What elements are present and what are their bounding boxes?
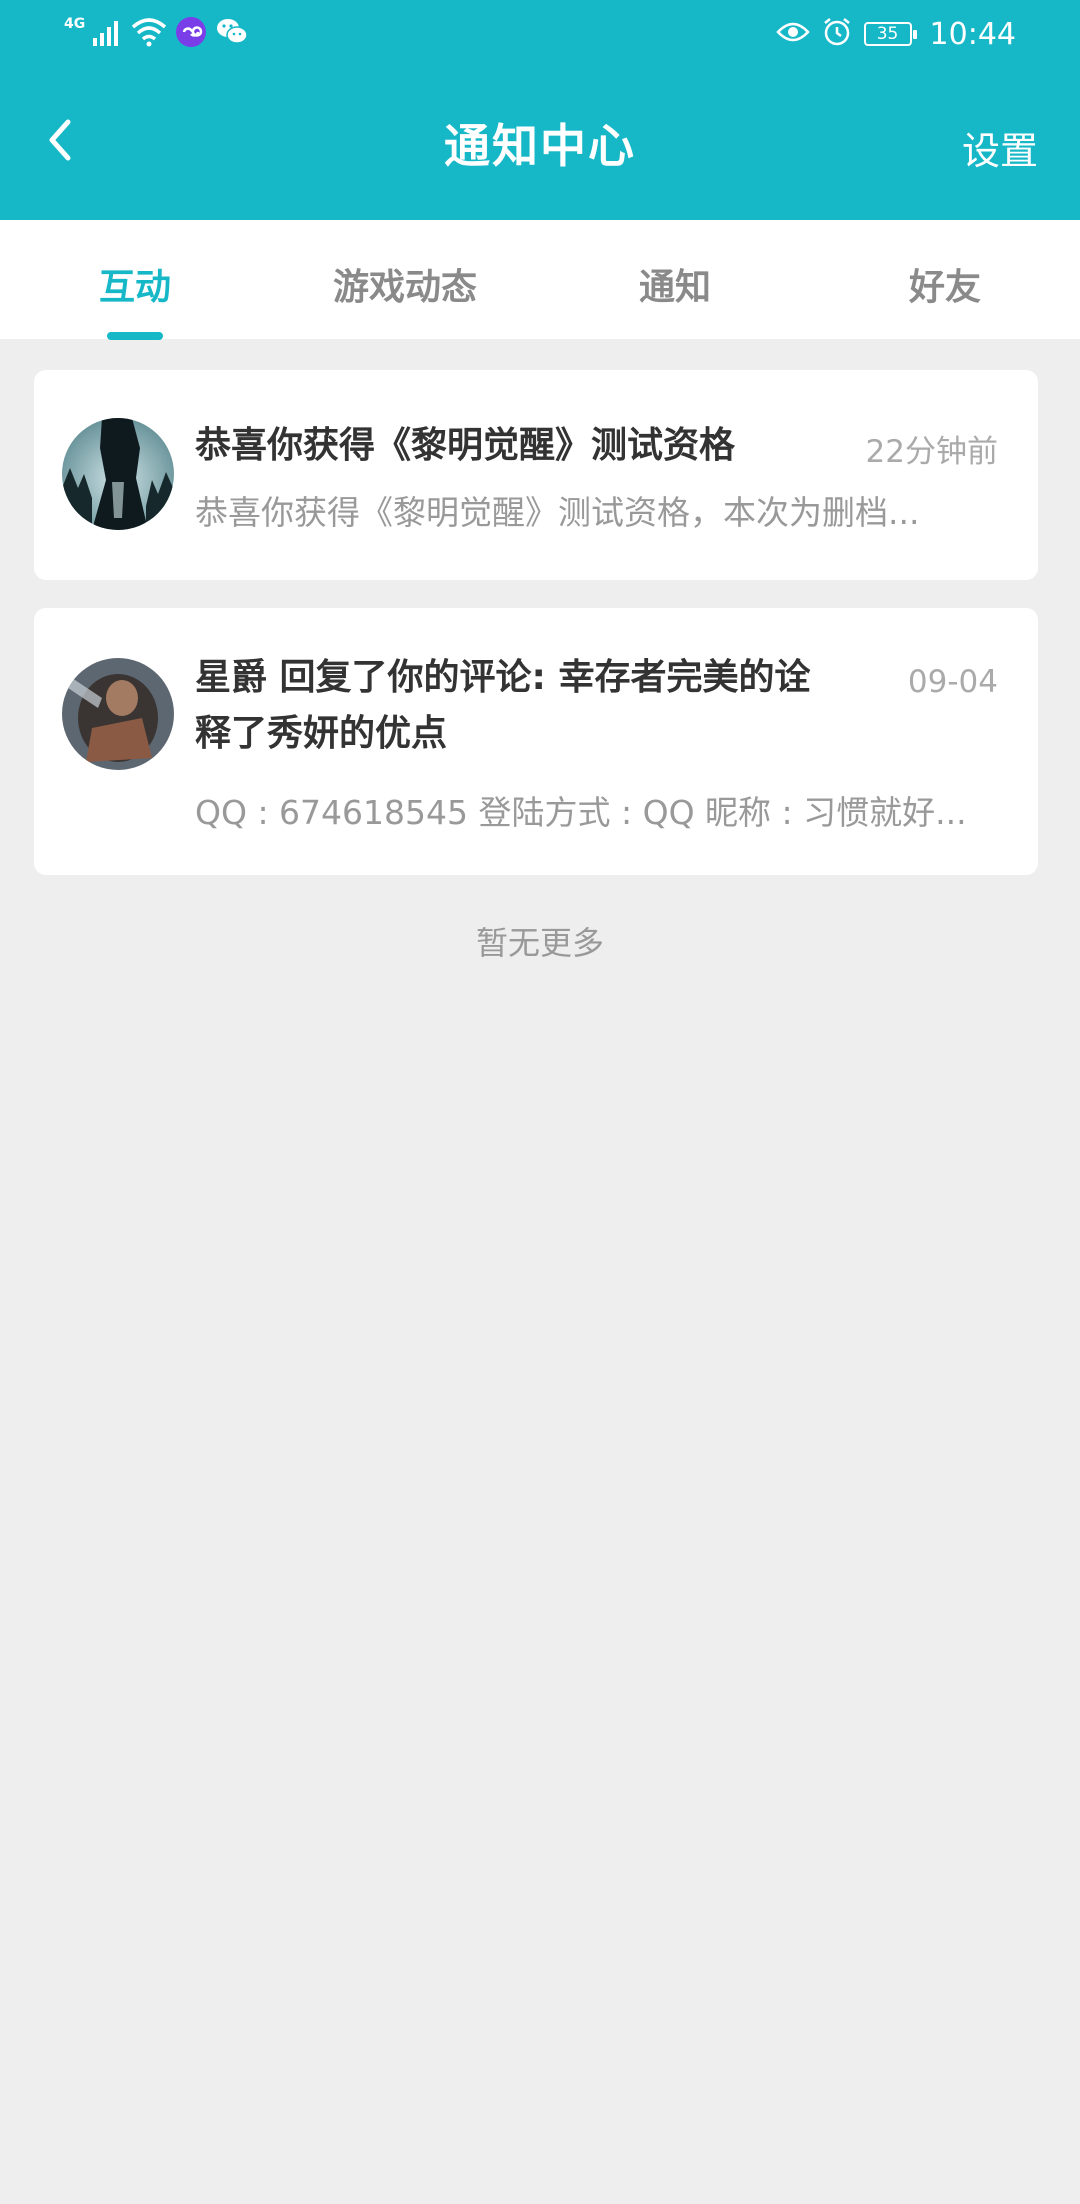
network-type: 4G bbox=[64, 16, 86, 32]
wechat-icon bbox=[215, 17, 249, 51]
alarm-icon bbox=[822, 17, 852, 51]
tab-indicator bbox=[107, 332, 163, 340]
avatar bbox=[62, 658, 174, 770]
tab-interaction[interactable]: 互动 bbox=[0, 258, 270, 310]
notification-title-line1: 星爵 回复了你的评论: 幸存者完美的诠 bbox=[195, 657, 811, 698]
notification-preview: QQ : 674618545 登陆方式 : QQ 昵称 : 习惯就好... bbox=[195, 793, 967, 832]
wifi-icon bbox=[131, 17, 167, 51]
notification-card[interactable]: 星爵 回复了你的评论: 幸存者完美的诠 释了秀妍的优点 09-04 QQ : 6… bbox=[34, 608, 1038, 875]
tab-bar: 互动 游戏动态 通知 好友 bbox=[0, 220, 1080, 340]
notification-preview: 恭喜你获得《黎明觉醒》测试资格，本次为删档... bbox=[195, 493, 920, 532]
notification-card[interactable]: 恭喜你获得《黎明觉醒》测试资格 22分钟前 恭喜你获得《黎明觉醒》测试资格，本次… bbox=[34, 370, 1038, 580]
tab-game-news[interactable]: 游戏动态 bbox=[270, 258, 540, 310]
notification-title: 恭喜你获得《黎明觉醒》测试资格 bbox=[195, 425, 736, 466]
avatar bbox=[62, 418, 174, 530]
status-right: 35 10:44 bbox=[775, 12, 1016, 56]
page-title: 通知中心 bbox=[444, 119, 636, 173]
battery-icon: 35 bbox=[863, 22, 917, 46]
tab-notifications[interactable]: 通知 bbox=[540, 258, 810, 310]
eye-icon bbox=[775, 20, 810, 48]
status-time: 10:44 bbox=[929, 16, 1016, 52]
settings-button[interactable]: 设置 bbox=[962, 120, 1038, 175]
no-more-text: 暂无更多 bbox=[475, 924, 604, 962]
notification-title-line2: 释了秀妍的优点 bbox=[195, 713, 448, 754]
notification-time: 22分钟前 bbox=[865, 434, 998, 470]
app-bar: 通知中心 设置 bbox=[0, 66, 1080, 220]
status-left: 4G bbox=[64, 14, 249, 54]
header: 4G 35 10:44 通知中心 设置 bbox=[0, 0, 1080, 220]
link-app-icon bbox=[175, 16, 207, 52]
tab-friends[interactable]: 好友 bbox=[810, 258, 1080, 310]
signal-icon bbox=[93, 18, 123, 50]
notification-time: 09-04 bbox=[907, 664, 998, 700]
status-bar: 4G 35 10:44 bbox=[0, 0, 1080, 66]
